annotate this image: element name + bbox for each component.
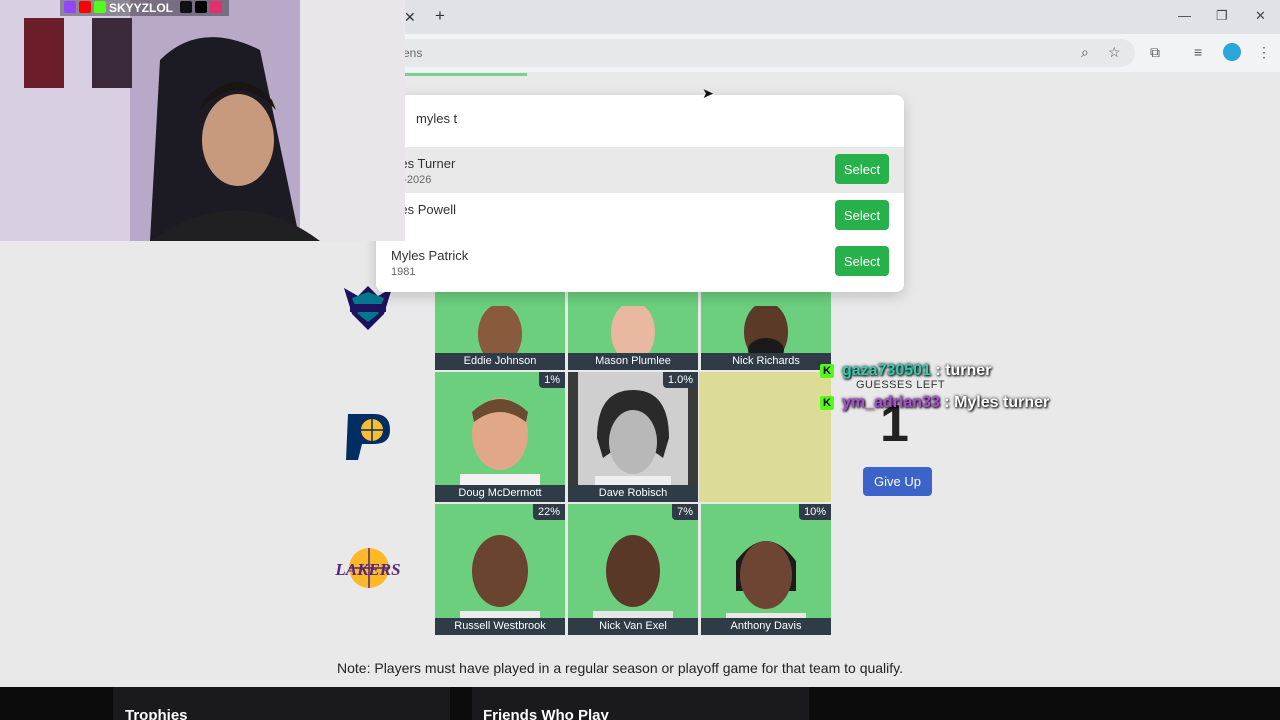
tiktok-icon (180, 1, 193, 13)
mouse-cursor-icon: ➤ (702, 85, 714, 101)
twitch-icon (64, 1, 76, 13)
star-icon[interactable]: ☆ (1108, 44, 1121, 61)
chat-username: ym_adrian33 (842, 394, 940, 411)
zoom-icon[interactable]: ⌕ (1081, 44, 1089, 61)
channel-banner: SKYYZLOL (60, 0, 230, 16)
minimize-icon[interactable]: — (1178, 8, 1191, 23)
grid-cell[interactable]: 22% Russell Westbrook (435, 504, 565, 635)
webcam-overlay: SKYYZLOL (0, 0, 405, 241)
media-icon[interactable]: ≡ (1194, 44, 1202, 60)
window-close-icon[interactable]: ✕ (1255, 8, 1266, 24)
player-name: Nick Van Exel (568, 618, 698, 635)
player-name: Dave Robisch (568, 485, 698, 502)
chat-message: Kym_adrian33 : Myles turner (820, 394, 1049, 412)
guesses-left-label: GUESSES LEFT (856, 379, 946, 391)
select-button[interactable]: Select (835, 246, 889, 276)
select-button[interactable]: Select (835, 154, 889, 184)
player-name: Doug McDermott (435, 485, 565, 502)
site-footer (0, 687, 1280, 720)
grid-cell[interactable]: 1% Doug McDermott (435, 372, 565, 502)
x-icon (195, 1, 208, 13)
pacers-logo (332, 400, 404, 472)
restore-icon[interactable]: ❐ (1216, 8, 1228, 24)
chat-text: : turner (935, 362, 992, 379)
extensions-icon[interactable]: ⧉ (1150, 44, 1160, 61)
chat-text: : Myles turner (944, 394, 1050, 411)
pick-percent-badge: 10% (798, 504, 831, 520)
chat-message: Kgaza730501 : turner (820, 362, 991, 380)
profile-icon[interactable] (1223, 43, 1241, 61)
kick-icon (94, 1, 106, 13)
new-tab-button[interactable]: + (435, 6, 445, 26)
player-name: Mason Plumlee (568, 353, 698, 370)
address-bar[interactable]: ens (395, 39, 1135, 67)
chat-username: gaza730501 (842, 362, 931, 379)
empty-grid-cell[interactable] (699, 372, 831, 502)
result-years: 1981 (391, 266, 416, 278)
kick-icon: K (820, 396, 834, 410)
grid-cell[interactable]: 7% Nick Van Exel (568, 504, 698, 635)
pick-percent-badge: 1% (539, 372, 565, 388)
player-name: Nick Richards (701, 353, 831, 370)
instagram-icon (210, 1, 223, 13)
grid-cell[interactable]: Eddie Johnson (435, 290, 565, 370)
result-name: Myles Patrick (391, 248, 469, 263)
player-photo (445, 372, 555, 502)
player-photo (578, 504, 688, 635)
player-search-input[interactable] (376, 95, 904, 141)
address-text: ens (403, 46, 423, 60)
grid-cell[interactable]: Nick Richards (701, 290, 831, 370)
player-name: Eddie Johnson (435, 353, 565, 370)
pick-percent-badge: 22% (532, 504, 565, 520)
lakers-logo: LAKERS (332, 532, 404, 604)
player-photo (711, 504, 821, 635)
player-photo (578, 372, 688, 502)
streamer-video (0, 0, 405, 241)
player-name: Russell Westbrook (435, 618, 565, 635)
give-up-button[interactable]: Give Up (863, 467, 932, 496)
channel-name: SKYYZLOL (109, 1, 173, 15)
player-photo (445, 504, 555, 635)
grid-cell[interactable]: Mason Plumlee (568, 290, 698, 370)
youtube-icon (79, 1, 91, 13)
trophies-heading: Trophies (125, 707, 188, 720)
friends-heading: Friends Who Play (483, 707, 609, 720)
grid-cell[interactable]: 1.0% Dave Robisch (568, 372, 698, 502)
select-button[interactable]: Select (835, 200, 889, 230)
close-tab-icon[interactable]: ✕ (404, 9, 416, 26)
pick-percent-badge: 1.0% (662, 372, 698, 388)
player-grid: Eddie Johnson Mason Plumlee Nick Richard… (435, 290, 832, 636)
search-result-item[interactable]: Myles Patrick 1981 Select (376, 239, 904, 285)
qualification-note: Note: Players must have played in a regu… (337, 660, 904, 676)
search-result-item[interactable]: yles Powell 22 Select (376, 193, 904, 239)
player-name: Anthony Davis (701, 618, 831, 635)
search-result-item[interactable]: yles Turner 16-2026 Select (376, 147, 904, 193)
pick-percent-badge: 7% (672, 504, 698, 520)
menu-icon[interactable]: ⋮ (1257, 44, 1271, 61)
progress-bar (405, 73, 527, 76)
player-search-dropdown: yles Turner 16-2026 Select yles Powell 2… (376, 95, 904, 292)
grid-cell[interactable]: 10% Anthony Davis (701, 504, 831, 635)
kick-icon: K (820, 364, 834, 378)
svg-text:LAKERS: LAKERS (334, 560, 400, 579)
